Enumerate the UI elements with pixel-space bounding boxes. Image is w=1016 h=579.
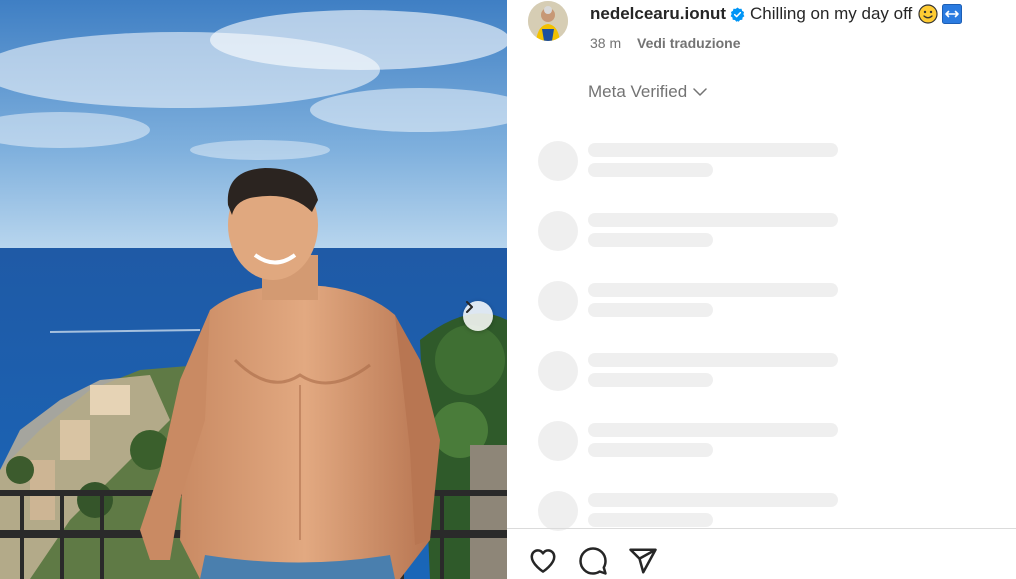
paper-plane-icon[interactable] xyxy=(628,546,658,576)
comment-placeholder xyxy=(538,491,838,531)
placeholder-line xyxy=(588,443,713,457)
smiling-face-emoji-icon xyxy=(918,4,938,24)
username-link[interactable]: nedelcearu.ionut xyxy=(590,4,726,24)
chevron-right-icon xyxy=(466,301,473,313)
placeholder-line xyxy=(588,213,838,227)
placeholder-avatar xyxy=(538,421,578,461)
placeholder-line xyxy=(588,423,838,437)
comment-placeholder xyxy=(538,141,838,181)
placeholder-avatar xyxy=(538,491,578,531)
placeholder-avatar xyxy=(538,351,578,391)
placeholder-avatar xyxy=(538,281,578,321)
placeholder-line xyxy=(588,373,713,387)
chevron-down-icon xyxy=(693,87,707,96)
avatar-image xyxy=(528,1,568,41)
left-right-arrow-emoji-icon xyxy=(942,4,963,24)
placeholder-line xyxy=(588,303,713,317)
comment-placeholder xyxy=(538,281,838,321)
translate-link[interactable]: Vedi traduzione xyxy=(637,35,740,51)
placeholder-line xyxy=(588,353,838,367)
avatar[interactable] xyxy=(528,1,568,41)
placeholder-line xyxy=(588,143,838,157)
post-action-bar xyxy=(507,528,1016,579)
comment-placeholder xyxy=(538,211,838,251)
post-photo xyxy=(0,0,507,579)
placeholder-line xyxy=(588,233,713,247)
post-time: 38 m xyxy=(590,35,622,51)
placeholder-line xyxy=(588,283,838,297)
comment-placeholder xyxy=(538,351,838,391)
placeholder-line xyxy=(588,513,713,527)
post-meta-line: 38 m Vedi traduzione xyxy=(590,35,740,51)
caption-line: nedelcearu.ionut Chilling on my day off xyxy=(590,4,963,24)
post-side-panel: nedelcearu.ionut Chilling on my day off … xyxy=(507,0,1016,579)
comment-placeholder xyxy=(538,421,838,461)
placeholder-avatar xyxy=(538,141,578,181)
comment-icon[interactable] xyxy=(578,546,608,576)
caption-text: Chilling on my day off xyxy=(750,4,913,23)
verified-badge-icon xyxy=(730,6,745,22)
post-image xyxy=(0,0,507,579)
placeholder-avatar xyxy=(538,211,578,251)
carousel-next-button[interactable] xyxy=(463,301,493,331)
meta-verified-label: Meta Verified xyxy=(588,82,688,101)
meta-verified-dropdown[interactable]: Meta Verified xyxy=(588,82,707,102)
placeholder-line xyxy=(588,493,838,507)
heart-icon[interactable] xyxy=(528,546,558,576)
placeholder-line xyxy=(588,163,713,177)
